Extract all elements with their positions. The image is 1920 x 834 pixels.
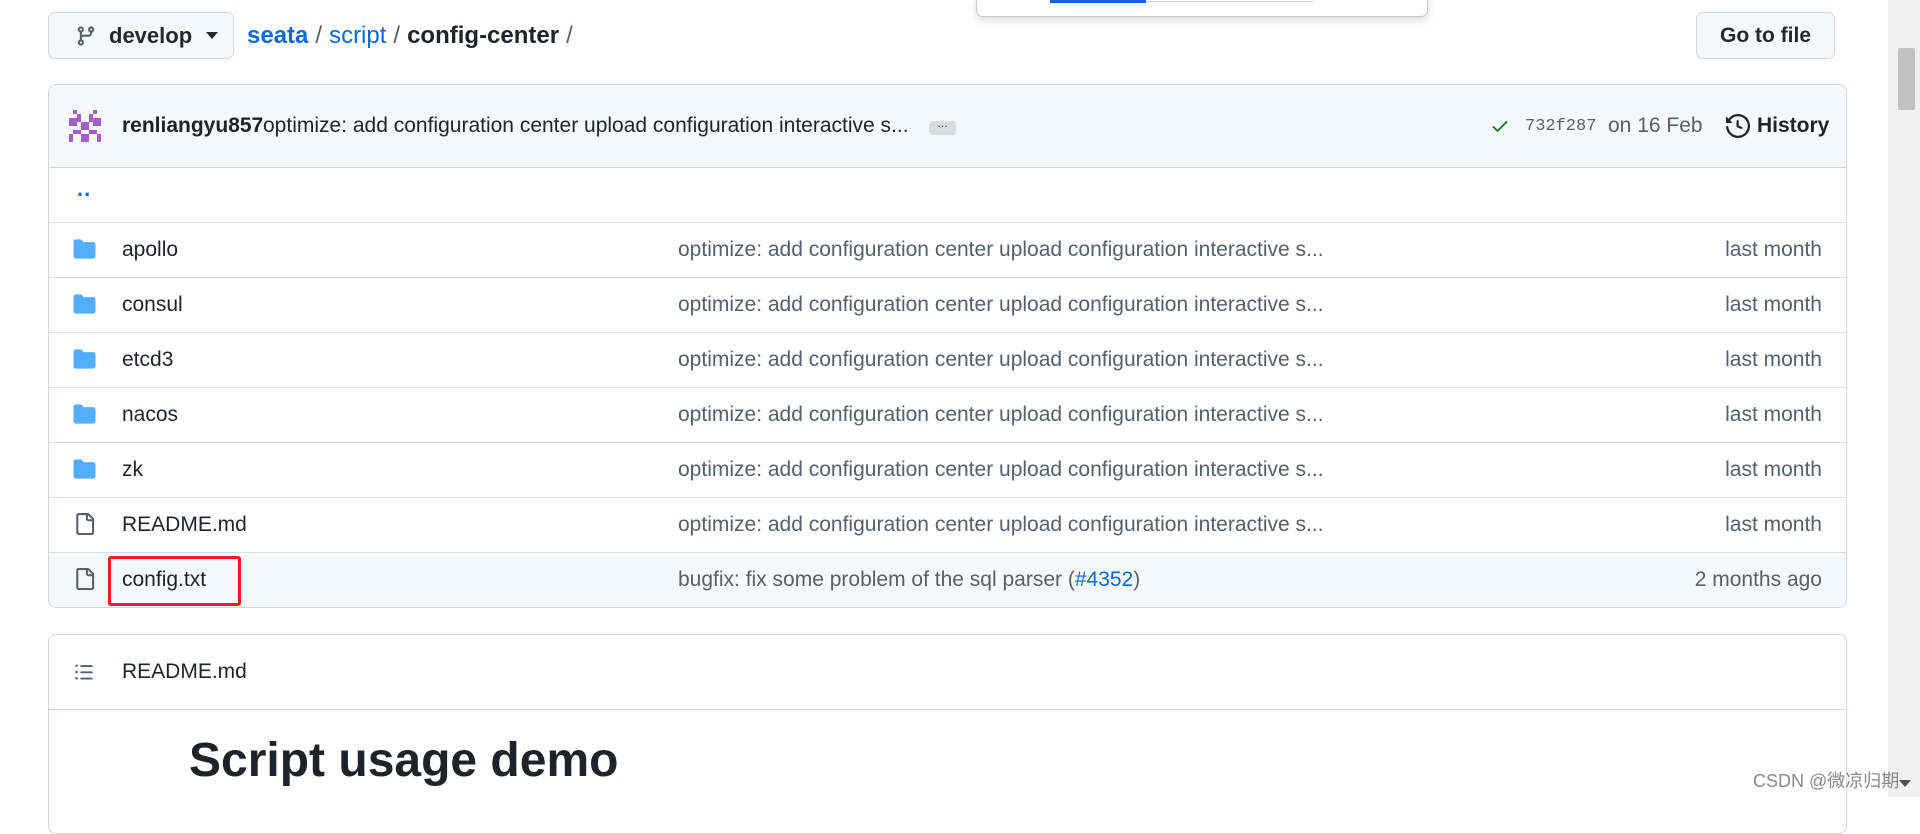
commit-message-text[interactable]: optimize: add configuration center uploa… (678, 238, 1324, 261)
file-name-link[interactable]: README.md (122, 513, 247, 537)
commit-message-text[interactable]: optimize: add configuration center uploa… (678, 348, 1324, 371)
scroll-down-arrow-icon[interactable] (1899, 780, 1911, 787)
file-commit-message[interactable]: optimize: add configuration center uploa… (678, 513, 1324, 537)
popup-tab-divider (1146, 1, 1314, 2)
readme-filename[interactable]: README.md (122, 660, 247, 684)
folder-icon (72, 238, 97, 260)
file-name-link[interactable]: nacos (122, 403, 178, 427)
breadcrumb-repo-link[interactable]: seata (247, 22, 308, 49)
commit-message-text[interactable]: bugfix: fix some problem of the sql pars… (678, 568, 1075, 591)
breadcrumb-current: config-center (407, 22, 560, 49)
readme-header: README.md (49, 635, 1846, 710)
file-commit-message[interactable]: optimize: add configuration center uploa… (678, 293, 1324, 317)
history-link[interactable]: History (1726, 114, 1829, 138)
branch-name: develop (109, 22, 193, 48)
file-row[interactable]: nacos optimize: add configuration center … (49, 388, 1846, 443)
commit-sha-link[interactable]: 732f287 (1525, 117, 1596, 136)
watermark: CSDN @微凉归期 (1753, 771, 1900, 791)
file-commit-time: last month (1725, 293, 1822, 316)
commit-message-text: ) (1133, 568, 1141, 591)
commit-message-link[interactable]: optimize: add configuration center uploa… (263, 114, 909, 138)
file-icon (72, 568, 97, 590)
file-commit-message[interactable]: bugfix: fix some problem of the sql pars… (678, 568, 1140, 592)
expand-commit-message-button[interactable]: … (929, 119, 956, 135)
file-browser: renliangyu857 optimize: add configuratio… (48, 84, 1847, 608)
breadcrumb: seata / script / config-center / (247, 22, 580, 50)
file-row[interactable]: etcd3 optimize: add configuration center … (49, 333, 1846, 388)
file-row[interactable]: consul optimize: add configuration center… (49, 278, 1846, 333)
parent-directory-row[interactable]: .. (49, 168, 1846, 223)
history-icon (1726, 114, 1750, 138)
scrollbar-thumb[interactable] (1898, 48, 1915, 110)
breadcrumb-separator: / (393, 22, 401, 49)
readme-panel: README.md Script usage demo (48, 634, 1847, 834)
git-branch-icon (77, 25, 95, 46)
file-commit-time: last month (1725, 238, 1822, 261)
branch-selector-button[interactable]: develop (48, 12, 234, 59)
latest-commit-bar: renliangyu857 optimize: add configuratio… (49, 85, 1846, 168)
commit-author-link[interactable]: renliangyu857 (122, 114, 263, 138)
file-name-link[interactable]: etcd3 (122, 348, 173, 372)
file-commit-time: 2 months ago (1694, 568, 1822, 591)
file-name-link[interactable]: zk (122, 458, 143, 482)
pull-request-link[interactable]: #4352 (1075, 568, 1133, 591)
scrollbar[interactable] (1888, 0, 1920, 797)
caret-down-icon (206, 32, 219, 39)
parent-directory-link[interactable]: .. (77, 176, 91, 202)
file-name-link[interactable]: config.txt (122, 568, 206, 592)
file-commit-message[interactable]: optimize: add configuration center uploa… (678, 238, 1324, 262)
file-commit-time: last month (1725, 403, 1822, 426)
breadcrumb-script-link[interactable]: script (329, 22, 386, 49)
file-row[interactable]: README.md optimize: add configuration cen… (49, 498, 1846, 553)
file-name-link[interactable]: consul (122, 293, 183, 317)
repo-header: develop seata / script / config-center / Go t… (0, 0, 1920, 80)
breadcrumb-separator: / (315, 22, 323, 49)
readme-heading: Script usage demo (189, 734, 619, 787)
list-unordered-icon[interactable] (73, 662, 95, 682)
folder-icon (72, 403, 97, 425)
folder-icon (72, 293, 97, 315)
file-commit-message[interactable]: optimize: add configuration center uploa… (678, 348, 1324, 372)
commit-message-text[interactable]: optimize: add configuration center uploa… (678, 458, 1324, 481)
file-row[interactable]: apollo optimize: add configuration center… (49, 223, 1846, 278)
commit-message-text[interactable]: optimize: add configuration center uploa… (678, 403, 1324, 426)
breadcrumb-separator: / (566, 22, 573, 49)
history-label: History (1757, 114, 1830, 137)
file-icon (72, 513, 97, 535)
file-commit-message[interactable]: optimize: add configuration center uploa… (678, 403, 1324, 427)
file-commit-time: last month (1725, 348, 1822, 371)
check-icon[interactable] (1489, 116, 1511, 136)
folder-icon (72, 458, 97, 480)
file-commit-time: last month (1725, 458, 1822, 481)
folder-icon (72, 348, 97, 370)
overlay-popup-edge (976, 0, 1428, 17)
popup-active-tab-indicator (1050, 0, 1146, 3)
commit-message-text[interactable]: optimize: add configuration center uploa… (678, 293, 1324, 316)
go-to-file-button[interactable]: Go to file (1696, 12, 1835, 59)
file-commit-message[interactable]: optimize: add configuration center uploa… (678, 458, 1324, 482)
avatar[interactable] (69, 110, 101, 142)
file-name-link[interactable]: apollo (122, 238, 178, 262)
file-row[interactable]: config.txt bugfix: fix some problem of th… (49, 553, 1846, 607)
file-commit-time: last month (1725, 513, 1822, 536)
commit-message-text[interactable]: optimize: add configuration center uploa… (678, 513, 1324, 536)
commit-date: on 16 Feb (1608, 114, 1703, 137)
file-row[interactable]: zk optimize: add configuration center upl… (49, 443, 1846, 498)
